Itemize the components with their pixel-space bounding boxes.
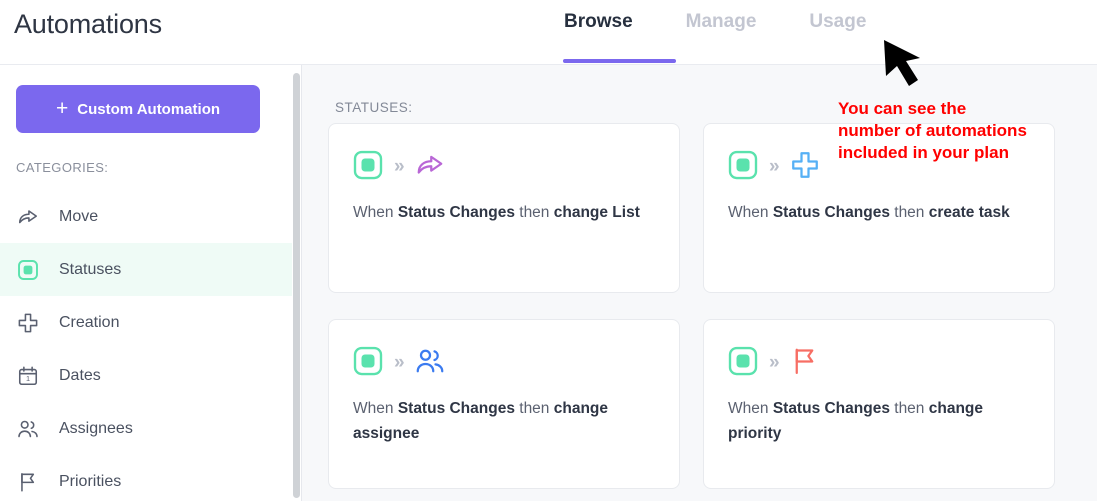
calendar-icon: 1: [16, 364, 40, 388]
automation-card[interactable]: » When Status Changes then change List: [328, 123, 680, 293]
card-text-prefix: When: [353, 204, 398, 221]
card-icon-row: »: [353, 146, 655, 188]
people-icon: [415, 346, 445, 381]
sidebar-scrollbar-thumb[interactable]: [293, 73, 300, 498]
automation-card[interactable]: » When Status Changes then change assign…: [328, 319, 680, 489]
sidebar-item-label: Creation: [59, 313, 120, 331]
card-text-middle: then: [889, 400, 929, 417]
section-label-statuses: STATUSES:: [335, 100, 413, 115]
tab-usage[interactable]: Usage: [805, 9, 870, 33]
page-header: Automations Browse Manage Usage: [0, 0, 1097, 65]
tab-bar: Browse Manage Usage: [560, 9, 870, 33]
card-text-middle: then: [514, 400, 554, 417]
automation-card-grid: » When Status Changes then change List »…: [328, 123, 1088, 501]
categories-sidebar: + Custom Automation CATEGORIES: Move Sta…: [0, 65, 292, 501]
status-square-icon: [728, 346, 758, 381]
chevron-double-right-icon: »: [394, 352, 405, 373]
sidebar-item-dates[interactable]: 1 Dates: [0, 349, 292, 402]
svg-text:1: 1: [26, 374, 30, 383]
card-description: When Status Changes then change priority: [728, 396, 1030, 446]
card-text-trigger: Status Changes: [397, 204, 515, 221]
tab-manage[interactable]: Manage: [682, 9, 761, 33]
card-text-trigger: Status Changes: [397, 400, 515, 417]
status-square-icon: [353, 150, 383, 185]
sidebar-item-statuses[interactable]: Statuses: [0, 243, 292, 296]
sidebar-item-label: Priorities: [59, 472, 122, 490]
card-text-trigger: Status Changes: [772, 400, 890, 417]
sidebar-item-move[interactable]: Move: [0, 190, 292, 243]
card-description: When Status Changes then create task: [728, 200, 1030, 225]
sidebar-item-label: Move: [59, 207, 99, 225]
card-text-action: change List: [553, 204, 640, 221]
card-text-trigger: Status Changes: [772, 204, 890, 221]
sidebar-item-label: Dates: [59, 366, 101, 384]
status-square-icon: [728, 150, 758, 185]
status-square-icon: [16, 258, 40, 282]
page-title: Automations: [14, 9, 162, 39]
plus-icon: +: [55, 96, 69, 120]
sidebar-item-priorities[interactable]: Priorities: [0, 455, 292, 501]
card-icon-row: »: [353, 342, 655, 384]
card-icon-row: »: [728, 146, 1030, 188]
flag-icon: [790, 346, 820, 381]
custom-automation-button[interactable]: + Custom Automation: [16, 85, 260, 133]
card-description: When Status Changes then change List: [353, 200, 655, 225]
custom-automation-button-label: Custom Automation: [77, 100, 221, 118]
sidebar-item-assignees[interactable]: Assignees: [0, 402, 292, 455]
card-text-prefix: When: [353, 400, 398, 417]
flag-icon: [16, 470, 40, 494]
category-list: Move Statuses Creation 1 Dates Assignees…: [0, 190, 292, 501]
automation-card[interactable]: » When Status Changes then change priori…: [703, 319, 1055, 489]
share-arrow-icon: [415, 150, 445, 185]
card-text-middle: then: [514, 204, 554, 221]
sidebar-item-label: Assignees: [59, 419, 133, 437]
card-text-prefix: When: [728, 204, 773, 221]
sidebar-item-creation[interactable]: Creation: [0, 296, 292, 349]
card-text-prefix: When: [728, 400, 773, 417]
card-description: When Status Changes then change assignee: [353, 396, 655, 446]
people-icon: [16, 417, 40, 441]
active-tab-indicator: [563, 59, 676, 63]
categories-label: CATEGORIES:: [16, 160, 109, 175]
sidebar-item-label: Statuses: [59, 260, 122, 278]
card-text-action: create task: [928, 204, 1010, 221]
automation-templates-panel: STATUSES: » When Status Changes then cha…: [301, 65, 1097, 501]
plus-cross-icon: [790, 150, 820, 185]
automation-card[interactable]: » When Status Changes then create task: [703, 123, 1055, 293]
tab-browse[interactable]: Browse: [560, 9, 637, 33]
share-arrow-icon: [16, 205, 40, 229]
plus-cross-icon: [16, 311, 40, 335]
automations-screen: Automations Browse Manage Usage + Custom…: [0, 0, 1097, 501]
status-square-icon: [353, 346, 383, 381]
chevron-double-right-icon: »: [769, 156, 780, 177]
card-text-middle: then: [889, 204, 929, 221]
chevron-double-right-icon: »: [394, 156, 405, 177]
card-icon-row: »: [728, 342, 1030, 384]
chevron-double-right-icon: »: [769, 352, 780, 373]
